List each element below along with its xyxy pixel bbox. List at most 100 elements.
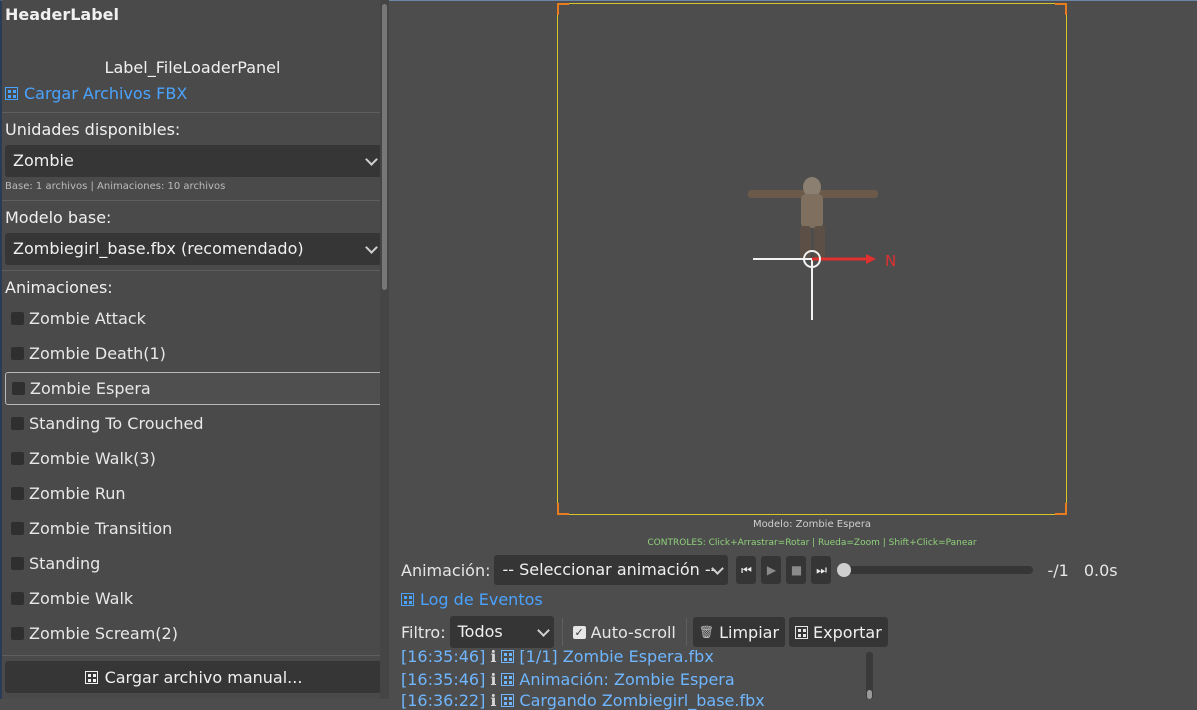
animation-item-label: Standing To Crouched <box>29 414 204 433</box>
animation-item-label: Zombie Death(1) <box>29 344 166 363</box>
animation-item[interactable]: Zombie Attack <box>5 302 383 335</box>
export-log-label: Exportar <box>813 622 882 642</box>
checkbox[interactable] <box>11 522 24 535</box>
divider <box>2 200 383 201</box>
unit-select[interactable]: Zombie <box>5 145 382 177</box>
export-icon <box>795 625 809 639</box>
units-label: Unidades disponibles: <box>5 120 181 139</box>
log-title: Log de Eventos <box>401 590 543 609</box>
checkbox[interactable] <box>11 557 24 570</box>
play-button[interactable]: ▶ <box>761 556 782 584</box>
north-label: N <box>885 252 896 270</box>
info-icon: ℹ <box>490 670 497 689</box>
animation-icon <box>501 673 515 686</box>
animation-item[interactable]: Zombie Espera <box>5 372 383 405</box>
info-icon: ℹ <box>490 647 497 666</box>
animation-controls: Animación: -- Seleccionar animación -- ⏮… <box>401 555 1118 585</box>
checkbox[interactable] <box>11 417 24 430</box>
divider <box>561 618 563 646</box>
log-entry: [16:35:46] ℹ Animación: Zombie Espera <box>401 670 735 689</box>
unit-select-value: Zombie <box>13 151 74 170</box>
file-loader-label: Label_FileLoaderPanel <box>104 58 281 77</box>
animation-timeline-slider[interactable] <box>837 563 1034 577</box>
animation-item-label: Zombie Transition <box>29 519 173 538</box>
log-entry-time: [16:35:46] <box>401 670 486 689</box>
clear-log-label: Limpiar <box>719 622 780 642</box>
export-log-button[interactable]: Exportar <box>789 617 888 647</box>
trash-icon: 🗑 <box>698 625 715 639</box>
animation-select-value: -- Seleccionar animación -- <box>502 560 717 579</box>
time-readout: 0.0s <box>1083 560 1118 580</box>
base-model-select[interactable]: Zombiegirl_base.fbx (recomendado) <box>5 233 382 265</box>
log-entry-time: [16:35:46] <box>401 647 486 666</box>
animation-item[interactable]: Standing To Crouched <box>5 407 383 440</box>
file-loader-panel: HeaderLabel Label_FileLoaderPanel Cargar… <box>2 0 383 699</box>
checkbox[interactable] <box>11 312 24 325</box>
animation-item[interactable]: Zombie Run <box>5 477 383 510</box>
log-toolbar: Filtro: Todos ✓ Auto-scroll 🗑 Limpiar Ex… <box>401 616 888 648</box>
filter-label: Filtro: <box>401 622 446 642</box>
skip-start-button[interactable]: ⏮ <box>736 556 757 584</box>
animation-item[interactable]: Standing <box>5 547 383 580</box>
log-entry-text: Cargando Zombiegirl_base.fbx <box>519 691 765 710</box>
checkbox-checked-icon: ✓ <box>572 625 586 639</box>
viewport-scene: N <box>748 177 896 320</box>
chevron-down-icon <box>536 624 550 637</box>
load-fbx-link[interactable]: Cargar Archivos FBX <box>5 84 187 103</box>
animation-item-label: Zombie Espera <box>30 379 151 398</box>
log-title-label: Log de Eventos <box>420 590 543 609</box>
chevron-down-icon <box>365 153 378 166</box>
timeline-handle[interactable] <box>837 563 852 577</box>
divider <box>2 655 383 656</box>
animation-item-label: Standing <box>29 554 101 573</box>
divider <box>2 112 383 113</box>
model-caption: Modelo: Zombie Espera <box>752 519 872 530</box>
animation-item-label: Zombie Walk <box>29 589 134 608</box>
clear-log-button[interactable]: 🗑 Limpiar <box>692 617 786 647</box>
autoscroll-toggle[interactable]: ✓ Auto-scroll <box>572 622 676 642</box>
animation-item[interactable]: Zombie Walk <box>5 582 383 615</box>
checkbox[interactable] <box>12 382 25 395</box>
animation-item[interactable]: Zombie Transition <box>5 512 383 545</box>
checkbox[interactable] <box>11 452 24 465</box>
animation-select[interactable]: -- Seleccionar animación -- <box>494 555 729 585</box>
base-model-label: Modelo base: <box>5 208 112 227</box>
checkbox[interactable] <box>11 347 24 360</box>
file-icon <box>501 650 515 663</box>
animation-item-label: Zombie Scream(2) <box>29 624 178 643</box>
base-model-select-value: Zombiegirl_base.fbx (recomendado) <box>13 239 304 258</box>
manual-load-label: Cargar archivo manual... <box>104 667 303 687</box>
animation-item[interactable]: Zombie Walk(3) <box>5 442 383 475</box>
skip-end-icon: ⏭ <box>816 562 827 577</box>
stop-icon: ■ <box>790 563 803 577</box>
north-arrow-head <box>866 254 876 264</box>
checkbox[interactable] <box>11 487 24 500</box>
play-icon: ▶ <box>766 563 777 577</box>
checkbox[interactable] <box>11 592 24 605</box>
log-entry: [16:35:46] ℹ [1/1] Zombie Espera.fbx <box>401 647 714 666</box>
log-scrollbar[interactable] <box>866 652 873 699</box>
stop-button[interactable]: ■ <box>786 556 807 584</box>
filter-select[interactable]: Todos <box>449 616 554 648</box>
model-viewport[interactable]: N <box>557 3 1067 515</box>
manual-load-button[interactable]: Cargar archivo manual... <box>5 661 382 693</box>
log-icon <box>401 593 414 606</box>
left-scrollbar[interactable] <box>382 4 387 290</box>
animation-item-label: Zombie Attack <box>29 309 146 328</box>
info-icon: ℹ <box>490 691 497 710</box>
checkbox[interactable] <box>11 627 24 640</box>
chevron-down-icon <box>365 241 378 254</box>
file-icon <box>84 670 98 684</box>
log-entry-time: [16:36:22] <box>401 691 486 710</box>
animation-item[interactable]: Zombie Scream(2) <box>5 617 383 650</box>
skip-end-button[interactable]: ⏭ <box>811 556 832 584</box>
animation-label: Animación: <box>401 560 491 580</box>
animation-item[interactable]: Zombie Death(1) <box>5 337 383 370</box>
file-icon <box>501 694 515 707</box>
autoscroll-label: Auto-scroll <box>590 622 676 642</box>
animation-item-label: Zombie Walk(3) <box>29 449 156 468</box>
log-scroll-thumb[interactable] <box>867 690 872 699</box>
divider <box>685 618 687 646</box>
unit-info: Base: 1 archivos | Animaciones: 10 archi… <box>5 181 226 192</box>
controls-caption: CONTROLES: Click+Arrastrar=Rotar | Rueda… <box>647 538 977 548</box>
